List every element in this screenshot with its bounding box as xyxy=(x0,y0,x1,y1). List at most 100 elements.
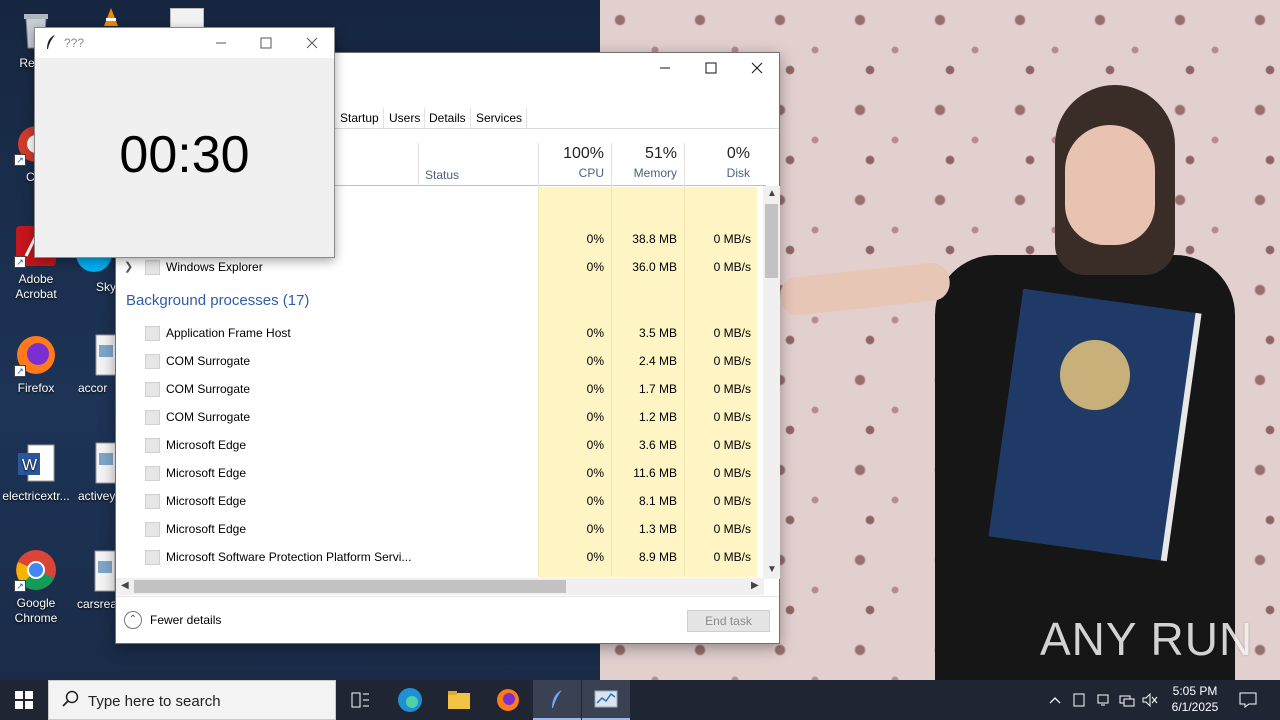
chevron-up-icon: ⌃ xyxy=(124,611,142,629)
tab-startup[interactable]: Startup xyxy=(336,108,384,129)
memory-value: 1.7 MB xyxy=(638,382,677,396)
table-row[interactable]: Microsoft Edge 0% 3.6 MB 0 MB/s xyxy=(116,431,766,459)
process-icon xyxy=(145,260,160,275)
firefox-icon: ↗ xyxy=(14,333,58,377)
memory-value: 36.0 MB xyxy=(632,260,677,274)
column-header-memory[interactable]: 51% Memory xyxy=(611,143,684,186)
desktop-icon-accor[interactable]: accor xyxy=(78,333,116,396)
table-row[interactable]: COM Surrogate 0% 2.4 MB 0 MB/s xyxy=(116,347,766,375)
process-name: COM Surrogate xyxy=(166,354,251,368)
vlc-icon[interactable] xyxy=(100,6,122,28)
task-manager-icon[interactable] xyxy=(582,680,630,720)
file-explorer-icon[interactable] xyxy=(435,680,483,720)
document-file-icon[interactable] xyxy=(170,8,204,28)
feather-icon xyxy=(45,34,57,54)
scroll-right-icon[interactable]: ▶ xyxy=(751,580,759,591)
wallpaper-person xyxy=(778,85,1235,680)
cpu-value: 0% xyxy=(586,260,604,274)
table-row[interactable]: Application Frame Host 0% 3.5 MB 0 MB/s xyxy=(116,319,766,347)
desktop-icon-activey[interactable]: activey xyxy=(78,441,116,504)
column-header-status[interactable]: Status xyxy=(418,143,538,186)
disk-value: 0 MB/s xyxy=(713,326,751,340)
expand-chevron-icon[interactable]: ❯ xyxy=(124,260,133,273)
process-icon xyxy=(145,382,160,397)
process-name: Microsoft Edge xyxy=(166,466,247,480)
table-row[interactable]: Microsoft Software Protection Platform S… xyxy=(116,543,766,571)
process-name: Microsoft Edge xyxy=(166,522,247,536)
device-icon[interactable] xyxy=(1094,680,1112,720)
network-icon[interactable] xyxy=(1117,680,1137,720)
table-row[interactable]: Microsoft Edge 0% 8.1 MB 0 MB/s xyxy=(116,487,766,515)
process-name: Windows Explorer xyxy=(166,260,263,274)
column-header-disk[interactable]: 0% Disk xyxy=(684,143,757,186)
horizontal-scroll-thumb[interactable] xyxy=(134,580,566,593)
memory-value: 11.6 MB xyxy=(633,466,677,480)
timer-titlebar[interactable]: ??? xyxy=(35,28,334,58)
anyrun-watermark: ANY RUN xyxy=(1040,613,1254,665)
maximize-button[interactable] xyxy=(688,53,734,83)
memory-value: 2.4 MB xyxy=(638,354,677,368)
column-header-cpu[interactable]: 100% CPU xyxy=(538,143,611,186)
minimize-button[interactable] xyxy=(642,53,688,83)
disk-value: 0 MB/s xyxy=(713,260,751,274)
countdown-display: 00:30 xyxy=(119,126,250,184)
status-header-label: Status xyxy=(425,168,460,182)
task-view-icon[interactable] xyxy=(336,680,384,720)
tab-users[interactable]: Users xyxy=(385,108,426,129)
start-button[interactable] xyxy=(0,680,48,720)
word-doc-icon: W xyxy=(14,441,58,485)
desktop-icon-word-doc[interactable]: W electricextr... xyxy=(0,441,72,504)
cpu-value: 0% xyxy=(586,354,604,368)
table-row[interactable]: Microsoft Edge 0% 11.6 MB 0 MB/s xyxy=(116,459,766,487)
close-button[interactable] xyxy=(734,53,780,83)
scroll-left-icon[interactable]: ◀ xyxy=(121,580,129,591)
desktop-icon-google-chrome[interactable]: ↗ Google Chrome xyxy=(0,548,72,626)
desktop-icon-label: activey xyxy=(78,489,116,503)
taskbar-search-box[interactable]: Type here to search xyxy=(48,680,336,720)
cpu-value: 0% xyxy=(586,550,604,564)
edge-icon[interactable] xyxy=(386,680,434,720)
disk-value: 0 MB/s xyxy=(713,354,751,368)
process-icon xyxy=(145,550,160,565)
minimize-button[interactable] xyxy=(198,28,244,58)
cpu-value: 0% xyxy=(586,438,604,452)
cpu-value: 0% xyxy=(586,232,604,246)
notification-icon[interactable] xyxy=(1234,680,1262,720)
chevron-up-tray-icon[interactable] xyxy=(1045,680,1065,720)
memory-value: 8.9 MB xyxy=(638,550,677,564)
close-button[interactable] xyxy=(289,28,335,58)
end-task-button[interactable]: End task xyxy=(687,610,770,632)
scroll-up-icon[interactable]: ▲ xyxy=(767,188,777,199)
cpu-value: 0% xyxy=(586,522,604,536)
fewer-details-label: Fewer details xyxy=(150,613,222,627)
desktop-icon-carsrea[interactable]: carsrea xyxy=(77,549,116,612)
vertical-scroll-thumb[interactable] xyxy=(765,204,778,278)
timer-window[interactable]: ??? 00:30 xyxy=(34,27,335,258)
table-row[interactable]: COM Surrogate 0% 1.2 MB 0 MB/s xyxy=(116,403,766,431)
desktop-icon-firefox[interactable]: ↗ Firefox xyxy=(0,333,72,396)
memory-value: 8.1 MB xyxy=(638,494,677,508)
disk-value: 0 MB/s xyxy=(713,466,751,480)
process-name: Microsoft Software Protection Platform S… xyxy=(166,550,412,564)
taskbar-clock[interactable]: 5:05 PM 6/1/2025 xyxy=(1160,683,1230,715)
feather-app-icon[interactable] xyxy=(533,680,581,720)
desktop-icon-label: Google Chrome xyxy=(14,596,58,625)
memory-value: 3.6 MB xyxy=(638,438,677,452)
memory-value: 3.5 MB xyxy=(638,326,677,340)
fewer-details-button[interactable]: ⌃ Fewer details xyxy=(124,611,221,629)
horizontal-scrollbar[interactable]: ◀ ▶ xyxy=(116,578,764,595)
cpu-header-label: CPU xyxy=(578,166,604,180)
firefox-taskbar-icon[interactable] xyxy=(484,680,532,720)
tablet-icon[interactable] xyxy=(1070,680,1088,720)
maximize-button[interactable] xyxy=(243,28,289,58)
image-file-icon xyxy=(93,549,116,593)
taskbar: Type here to search 5:05 PM 6/1/2025 xyxy=(0,680,1280,720)
volume-muted-icon[interactable] xyxy=(1141,680,1159,720)
scroll-down-icon[interactable]: ▼ xyxy=(767,564,777,575)
search-placeholder: Type here to search xyxy=(88,693,221,710)
vertical-scrollbar[interactable]: ▲ ▼ xyxy=(763,186,780,579)
tab-details[interactable]: Details xyxy=(425,108,471,129)
table-row[interactable]: COM Surrogate 0% 1.7 MB 0 MB/s xyxy=(116,375,766,403)
table-row[interactable]: Microsoft Edge 0% 1.3 MB 0 MB/s xyxy=(116,515,766,543)
tab-services[interactable]: Services xyxy=(472,108,528,129)
